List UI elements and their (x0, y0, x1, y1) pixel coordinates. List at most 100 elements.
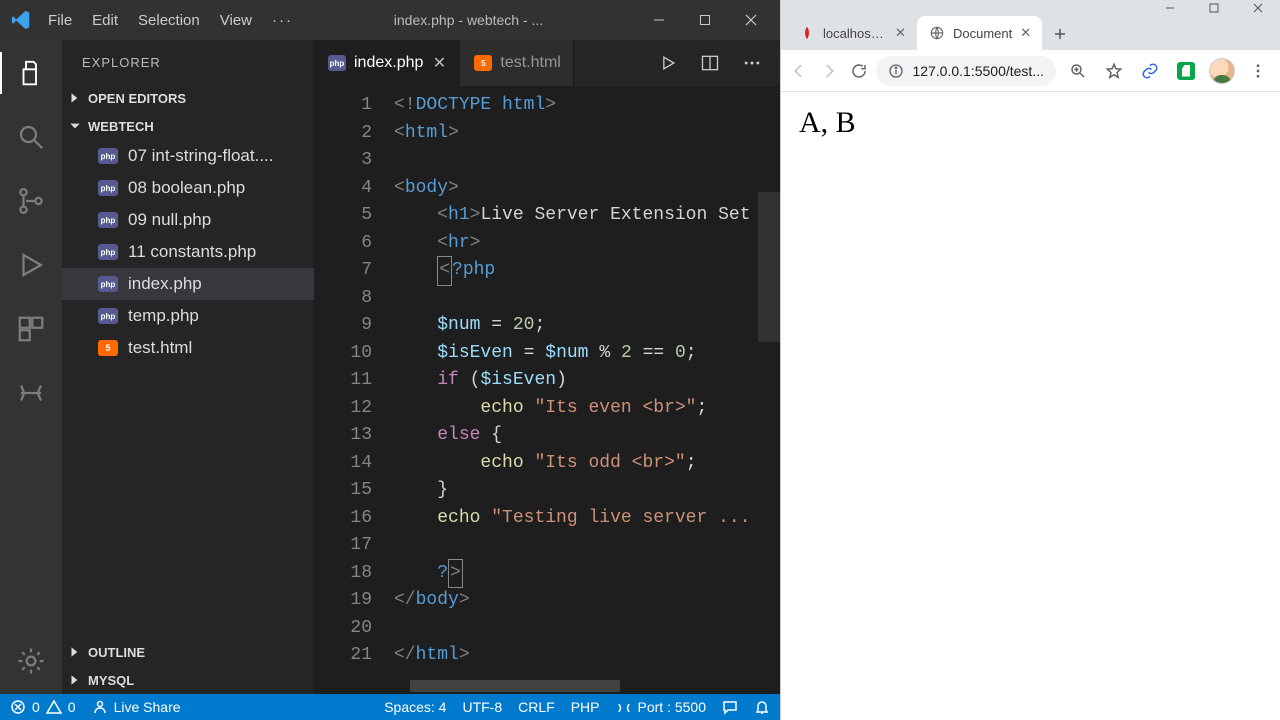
outline-label: OUTLINE (88, 645, 145, 660)
php-file-icon: php (98, 148, 118, 164)
status-bell-icon[interactable] (754, 699, 770, 715)
url-text: 127.0.0.1:5500/test... (912, 63, 1044, 79)
file-item[interactable]: php 11 constants.php (62, 236, 314, 268)
file-item[interactable]: php index.php (62, 268, 314, 300)
html-file-icon: 5 (98, 340, 118, 356)
activity-debug-icon[interactable] (0, 238, 62, 292)
chrome-tab-close-icon[interactable]: ✕ (895, 25, 907, 41)
editor-tabbar: php index.php ✕ 5test.html (314, 40, 780, 86)
code-editor[interactable]: 123456789101112131415161718192021 <!DOCT… (314, 86, 780, 694)
vscode-logo-icon (10, 9, 32, 31)
minimap[interactable] (758, 132, 780, 670)
window-minimize-button[interactable] (636, 0, 682, 40)
open-editors-label: OPEN EDITORS (88, 91, 186, 106)
status-liveshare[interactable]: Live Share (92, 699, 181, 715)
menu-selection[interactable]: Selection (130, 8, 208, 33)
menu-edit[interactable]: Edit (84, 8, 126, 33)
section-folder[interactable]: WEBTECH (62, 112, 314, 140)
file-item[interactable]: 5 test.html (62, 332, 314, 364)
chrome-toolbar: 127.0.0.1:5500/test... (781, 50, 1280, 92)
tab-label: index.php (354, 54, 423, 72)
code-text[interactable]: <!DOCTYPE html><html><body> <h1>Live Ser… (394, 86, 780, 694)
file-label: test.html (128, 338, 192, 358)
chrome-menu-icon[interactable] (1242, 55, 1274, 87)
window-close-button[interactable] (728, 0, 774, 40)
sidebar-explorer: EXPLORER OPEN EDITORS WEBTECH php07 int-… (62, 40, 314, 694)
status-port[interactable]: Port : 5500 (616, 699, 707, 715)
file-item[interactable]: php 07 int-string-float.... (62, 140, 314, 172)
php-file-icon: php (98, 244, 118, 260)
folder-label: WEBTECH (88, 119, 154, 134)
status-bar: 0 0 Live Share Spaces: 4 UTF-8 CRLF PHP … (0, 694, 780, 720)
activity-extensions-icon[interactable] (0, 302, 62, 356)
reload-button[interactable] (847, 55, 871, 87)
status-encoding[interactable]: UTF-8 (462, 699, 502, 715)
tab-close-icon[interactable]: ✕ (431, 55, 447, 71)
vscode-titlebar: File Edit Selection View ··· index.php -… (0, 0, 780, 40)
vscode-menubar: File Edit Selection View ··· (40, 8, 301, 33)
window-title: index.php - webtech - ... (301, 12, 636, 28)
apache-favicon (799, 25, 815, 41)
file-label: temp.php (128, 306, 199, 326)
chrome-titlebar (781, 0, 1280, 14)
address-bar[interactable]: 127.0.0.1:5500/test... (876, 56, 1056, 86)
forward-button[interactable] (817, 55, 841, 87)
vscode-window: File Edit Selection View ··· index.php -… (0, 0, 780, 720)
section-outline[interactable]: OUTLINE (62, 638, 314, 666)
activity-scm-icon[interactable] (0, 174, 62, 228)
back-button[interactable] (787, 55, 811, 87)
extension-evernote-icon[interactable] (1170, 55, 1202, 87)
status-language[interactable]: PHP (571, 699, 600, 715)
chrome-tab[interactable]: Document ✕ (917, 16, 1042, 50)
html-file-icon: 5 (474, 55, 492, 71)
page-content: A, B (781, 92, 1280, 720)
new-tab-button[interactable] (1046, 20, 1074, 48)
horizontal-scrollbar[interactable] (410, 680, 620, 692)
extension-link-icon[interactable] (1134, 55, 1166, 87)
chrome-tab-label: localhost/we (823, 26, 887, 41)
file-item[interactable]: php temp.php (62, 300, 314, 332)
file-label: index.php (128, 274, 202, 294)
status-spaces[interactable]: Spaces: 4 (384, 699, 446, 715)
run-button[interactable] (650, 45, 686, 81)
php-file-icon: php (98, 308, 118, 324)
section-mysql[interactable]: MYSQL (62, 666, 314, 694)
file-item[interactable]: php09 null.php (62, 204, 314, 236)
file-label: 11 constants.php (128, 242, 256, 262)
bookmark-star-icon[interactable] (1098, 55, 1130, 87)
activity-liveserver-icon[interactable] (0, 366, 62, 420)
zoom-icon[interactable] (1062, 55, 1094, 87)
line-gutter: 123456789101112131415161718192021 (314, 86, 394, 694)
editor-tab[interactable]: php index.php ✕ (314, 40, 460, 86)
chrome-tab-label: Document (953, 26, 1012, 41)
file-label: 07 int-string-float.... (128, 146, 274, 166)
menu-file[interactable]: File (40, 8, 80, 33)
file-item[interactable]: php08 boolean.php (62, 172, 314, 204)
status-problems[interactable]: 0 0 (10, 699, 76, 715)
editor-more-button[interactable] (734, 45, 770, 81)
chrome-window: localhost/we ✕ Document ✕ 127.0.0.1:5500/te… (780, 0, 1280, 720)
window-maximize-button[interactable] (682, 0, 728, 40)
php-file-icon: php (328, 55, 346, 71)
menu-more[interactable]: ··· (264, 8, 301, 33)
editor-area: php index.php ✕ 5test.html 1234567891011121… (314, 40, 780, 694)
globe-favicon (929, 25, 945, 41)
page-text: A, B (799, 106, 856, 139)
menu-view[interactable]: View (212, 8, 260, 33)
status-feedback-icon[interactable] (722, 699, 738, 715)
section-open-editors[interactable]: OPEN EDITORS (62, 84, 314, 112)
split-editor-button[interactable] (692, 45, 728, 81)
profile-avatar[interactable] (1206, 55, 1238, 87)
activity-search-icon[interactable] (0, 110, 62, 164)
activity-explorer-icon[interactable] (0, 46, 62, 100)
php-file-icon: php (98, 212, 118, 228)
activity-settings-icon[interactable] (0, 634, 62, 688)
chrome-tab[interactable]: localhost/we ✕ (787, 16, 917, 50)
status-eol[interactable]: CRLF (518, 699, 555, 715)
chrome-tab-close-icon[interactable]: ✕ (1020, 25, 1032, 41)
site-info-icon[interactable] (888, 63, 904, 79)
editor-tab[interactable]: 5test.html (460, 40, 573, 86)
chrome-tabstrip: localhost/we ✕ Document ✕ (781, 14, 1280, 50)
file-list: php 07 int-string-float.... php08 boolean.… (62, 140, 314, 638)
php-file-icon: php (98, 276, 118, 292)
